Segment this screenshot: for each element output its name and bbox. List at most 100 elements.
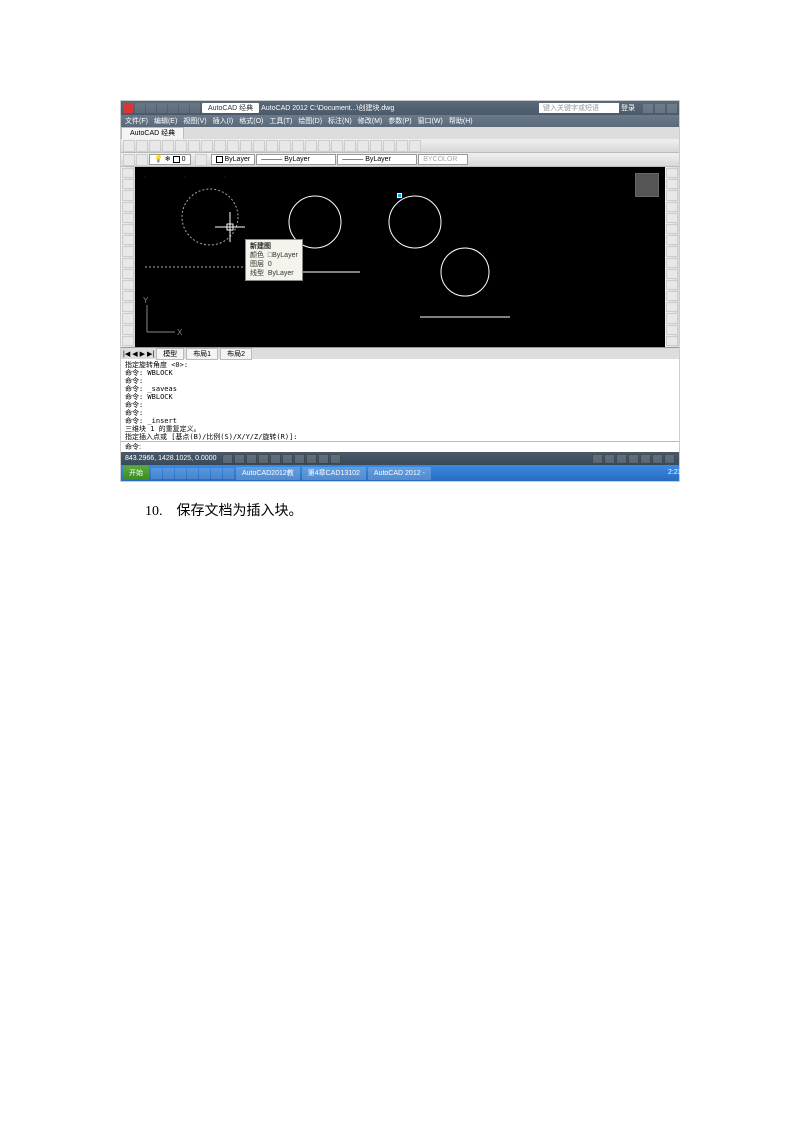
tray-network-icon[interactable] — [646, 469, 655, 478]
last-tab-icon[interactable]: ▶| — [147, 350, 154, 358]
login-label[interactable]: 登录 — [621, 103, 635, 113]
sheetset-icon[interactable] — [370, 140, 382, 152]
save-icon[interactable] — [149, 140, 161, 152]
menu-edit[interactable]: 编辑(E) — [154, 116, 177, 126]
insert-icon[interactable] — [122, 269, 134, 279]
clean-screen-icon[interactable] — [664, 454, 675, 464]
close-icon[interactable] — [667, 104, 677, 113]
copy-icon[interactable] — [214, 140, 226, 152]
tray-shield-icon[interactable] — [656, 469, 665, 478]
qat-new-icon[interactable] — [135, 103, 145, 113]
menu-view[interactable]: 视图(V) — [183, 116, 206, 126]
redo-icon[interactable] — [266, 140, 278, 152]
zoom-icon[interactable] — [292, 140, 304, 152]
table-icon[interactable] — [122, 325, 134, 335]
layout2-tab[interactable]: 布局2 — [220, 348, 252, 360]
coordinates-label[interactable]: 843.2966, 1428.1025, 0.0000 — [125, 455, 216, 462]
model-paper-toggle[interactable] — [592, 454, 603, 464]
menu-dimension[interactable]: 标注(N) — [328, 116, 352, 126]
minimize-icon[interactable] — [643, 104, 653, 113]
ql-im-icon[interactable] — [211, 468, 222, 479]
menu-insert[interactable]: 插入(I) — [213, 116, 234, 126]
menu-parametric[interactable]: 参数(P) — [388, 116, 411, 126]
layer-manager-icon[interactable] — [123, 154, 135, 166]
start-button[interactable]: 开始 — [123, 466, 149, 480]
menu-modify[interactable]: 修改(M) — [358, 116, 383, 126]
hardware-accel-icon[interactable] — [640, 454, 651, 464]
extend-icon[interactable] — [666, 280, 678, 290]
dyn-toggle[interactable] — [306, 454, 317, 464]
layer-prev-icon[interactable] — [195, 154, 207, 166]
qp-toggle[interactable] — [330, 454, 341, 464]
doc-tab[interactable]: AutoCAD 经典 — [121, 127, 184, 139]
move-icon[interactable] — [666, 224, 678, 234]
region-icon[interactable] — [122, 313, 134, 323]
workspace-selector[interactable]: AutoCAD 经典 — [202, 103, 259, 113]
layer-dropdown[interactable]: 💡❄ 0 — [149, 154, 191, 165]
hatch-icon[interactable] — [122, 302, 134, 312]
taskbar-item[interactable]: AutoCAD2012教 — [236, 467, 300, 480]
pan-icon[interactable] — [279, 140, 291, 152]
plot-icon[interactable] — [162, 140, 174, 152]
ducs-toggle[interactable] — [294, 454, 305, 464]
otrack-toggle[interactable] — [282, 454, 293, 464]
mtext-icon[interactable] — [122, 336, 134, 346]
stretch-icon[interactable] — [666, 258, 678, 268]
ellipse-icon[interactable] — [122, 258, 134, 268]
first-tab-icon[interactable]: |◀ — [123, 350, 130, 358]
ql-desktop-icon[interactable] — [163, 468, 174, 479]
point-icon[interactable] — [122, 291, 134, 301]
line-icon[interactable] — [122, 168, 134, 178]
copy-tool-icon[interactable] — [666, 179, 678, 189]
ortho-toggle[interactable] — [246, 454, 257, 464]
help-search-input[interactable]: 键入关键字或短语 — [539, 103, 619, 113]
properties-icon[interactable] — [331, 140, 343, 152]
command-line-input[interactable]: 命令: — [121, 441, 679, 452]
explode-icon[interactable] — [666, 336, 678, 346]
xline-icon[interactable] — [122, 179, 134, 189]
array-icon[interactable] — [666, 213, 678, 223]
block-icon[interactable] — [122, 280, 134, 290]
layer-states-icon[interactable] — [136, 154, 148, 166]
lineweight-dropdown[interactable]: ———ByLayer — [337, 154, 417, 165]
color-dropdown[interactable]: ByLayer — [211, 154, 256, 165]
qat-plot-icon[interactable] — [190, 103, 200, 113]
next-tab-icon[interactable]: ▶ — [140, 350, 145, 358]
view-cube[interactable] — [635, 173, 659, 197]
open-icon[interactable] — [136, 140, 148, 152]
new-icon[interactable] — [123, 140, 135, 152]
ql-media-icon[interactable] — [187, 468, 198, 479]
menu-format[interactable]: 格式(O) — [239, 116, 263, 126]
taskbar-item[interactable]: 第4章CAD13102 — [302, 467, 366, 480]
arc-icon[interactable] — [122, 224, 134, 234]
cut-icon[interactable] — [201, 140, 213, 152]
polygon-icon[interactable] — [122, 202, 134, 212]
join-icon[interactable] — [666, 302, 678, 312]
qat-undo-icon[interactable] — [168, 103, 178, 113]
maximize-icon[interactable] — [655, 104, 665, 113]
qat-save-icon[interactable] — [157, 103, 167, 113]
calc-icon[interactable] — [396, 140, 408, 152]
prev-tab-icon[interactable]: ◀ — [132, 350, 137, 358]
zoom-prev-icon[interactable] — [318, 140, 330, 152]
qat-redo-icon[interactable] — [179, 103, 189, 113]
grid-toggle[interactable] — [234, 454, 245, 464]
model-tab[interactable]: 模型 — [156, 348, 184, 360]
publish-icon[interactable] — [188, 140, 200, 152]
ql-app-icon[interactable] — [223, 468, 234, 479]
menu-tools[interactable]: 工具(T) — [269, 116, 292, 126]
lock-ui-icon[interactable] — [628, 454, 639, 464]
annotation-scale-icon[interactable] — [604, 454, 615, 464]
taskbar-item[interactable]: AutoCAD 2012 - — [368, 467, 431, 480]
help-icon[interactable] — [409, 140, 421, 152]
spline-icon[interactable] — [122, 246, 134, 256]
trim-icon[interactable] — [666, 269, 678, 279]
circle-icon[interactable] — [122, 235, 134, 245]
drawing-canvas[interactable]: X Y 新建图 颜色 □ByLayer 图层 0 线型 ByLayer — [135, 167, 665, 347]
workspace-switch-icon[interactable] — [616, 454, 627, 464]
isolate-icon[interactable] — [652, 454, 663, 464]
qat-open-icon[interactable] — [146, 103, 156, 113]
fillet-icon[interactable] — [666, 325, 678, 335]
lwt-toggle[interactable] — [318, 454, 329, 464]
tray-volume-icon[interactable] — [636, 469, 645, 478]
